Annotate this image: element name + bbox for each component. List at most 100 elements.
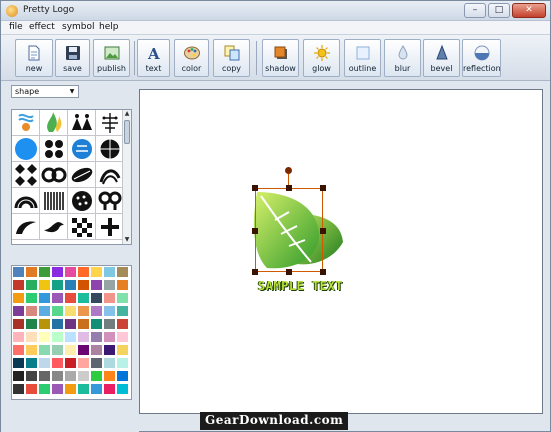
color-swatch[interactable] xyxy=(77,305,90,317)
color-swatch[interactable] xyxy=(116,318,129,330)
resize-handle-tl[interactable] xyxy=(252,185,258,191)
color-swatch[interactable] xyxy=(25,370,38,382)
color-swatch[interactable] xyxy=(25,383,38,395)
color-swatch[interactable] xyxy=(116,305,129,317)
color-swatch[interactable] xyxy=(51,279,64,291)
shape-item[interactable] xyxy=(40,214,68,240)
scroll-down-arrow-icon[interactable]: ▼ xyxy=(123,236,131,244)
color-swatch[interactable] xyxy=(51,305,64,317)
save-button[interactable]: save xyxy=(55,39,90,77)
color-swatch[interactable] xyxy=(90,357,103,369)
shape-item[interactable] xyxy=(12,136,40,162)
color-swatch[interactable] xyxy=(51,266,64,278)
shape-item[interactable] xyxy=(12,162,40,188)
shape-item[interactable] xyxy=(12,188,40,214)
shape-item[interactable] xyxy=(96,214,124,240)
color-swatch[interactable] xyxy=(64,331,77,343)
color-swatch[interactable] xyxy=(64,279,77,291)
color-swatch[interactable] xyxy=(90,292,103,304)
color-swatch[interactable] xyxy=(77,292,90,304)
color-swatch[interactable] xyxy=(12,331,25,343)
shape-item[interactable] xyxy=(68,136,96,162)
color-swatch[interactable] xyxy=(103,266,116,278)
color-swatch[interactable] xyxy=(116,292,129,304)
shape-item[interactable] xyxy=(40,110,68,136)
shape-gallery-scrollbar[interactable]: ▲ ▼ xyxy=(122,110,131,244)
menu-effect[interactable]: effect xyxy=(29,22,55,32)
shape-item[interactable] xyxy=(40,162,68,188)
color-swatch[interactable] xyxy=(25,305,38,317)
color-swatch[interactable] xyxy=(38,305,51,317)
color-swatch[interactable] xyxy=(12,383,25,395)
shape-item[interactable] xyxy=(12,214,40,240)
color-swatch[interactable] xyxy=(116,344,129,356)
shape-item[interactable] xyxy=(96,188,124,214)
color-swatch[interactable] xyxy=(103,357,116,369)
shape-item[interactable] xyxy=(68,188,96,214)
color-button[interactable]: color xyxy=(174,39,209,77)
color-swatch[interactable] xyxy=(12,266,25,278)
color-swatch[interactable] xyxy=(38,318,51,330)
color-swatch[interactable] xyxy=(90,370,103,382)
publish-button[interactable]: publish xyxy=(93,39,130,77)
color-swatch[interactable] xyxy=(77,266,90,278)
color-swatch[interactable] xyxy=(103,292,116,304)
shape-category-select[interactable]: shape ▼ xyxy=(11,85,79,98)
shape-item[interactable] xyxy=(40,188,68,214)
color-swatch[interactable] xyxy=(38,266,51,278)
color-swatch[interactable] xyxy=(64,357,77,369)
color-swatch[interactable] xyxy=(25,279,38,291)
shape-item[interactable] xyxy=(68,162,96,188)
resize-handle-br[interactable] xyxy=(320,269,326,275)
shape-item[interactable] xyxy=(12,110,40,136)
color-swatch[interactable] xyxy=(25,344,38,356)
color-swatch[interactable] xyxy=(64,370,77,382)
color-swatch[interactable] xyxy=(12,318,25,330)
color-swatch[interactable] xyxy=(90,279,103,291)
color-swatch[interactable] xyxy=(12,279,25,291)
color-swatch[interactable] xyxy=(103,370,116,382)
color-swatch[interactable] xyxy=(38,279,51,291)
menu-symbol[interactable]: symbol xyxy=(62,22,95,32)
color-swatch[interactable] xyxy=(116,383,129,395)
shape-item[interactable] xyxy=(96,110,124,136)
blur-button[interactable]: blur xyxy=(384,39,421,77)
shadow-button[interactable]: shadow xyxy=(262,39,299,77)
color-swatch[interactable] xyxy=(77,383,90,395)
color-swatch[interactable] xyxy=(38,383,51,395)
shape-item[interactable] xyxy=(68,110,96,136)
color-swatch[interactable] xyxy=(77,318,90,330)
color-swatch[interactable] xyxy=(38,344,51,356)
color-swatch[interactable] xyxy=(12,305,25,317)
shape-item[interactable] xyxy=(96,162,124,188)
color-swatch[interactable] xyxy=(64,266,77,278)
color-swatch[interactable] xyxy=(77,279,90,291)
color-swatch[interactable] xyxy=(77,370,90,382)
color-swatch[interactable] xyxy=(25,357,38,369)
color-swatch[interactable] xyxy=(51,357,64,369)
color-swatch[interactable] xyxy=(25,266,38,278)
color-swatch[interactable] xyxy=(25,318,38,330)
reflection-button[interactable]: reflection xyxy=(462,39,501,77)
color-swatch[interactable] xyxy=(38,331,51,343)
resize-handle-tr[interactable] xyxy=(320,185,326,191)
menu-help[interactable]: help xyxy=(99,22,118,32)
new-button[interactable]: new xyxy=(15,39,53,77)
menu-file[interactable]: file xyxy=(9,22,23,32)
color-swatch[interactable] xyxy=(25,331,38,343)
color-swatch[interactable] xyxy=(38,292,51,304)
color-swatch[interactable] xyxy=(64,318,77,330)
color-swatch[interactable] xyxy=(103,279,116,291)
color-swatch[interactable] xyxy=(77,357,90,369)
color-swatch[interactable] xyxy=(12,344,25,356)
color-swatch[interactable] xyxy=(103,305,116,317)
color-swatch[interactable] xyxy=(38,357,51,369)
color-swatch[interactable] xyxy=(51,383,64,395)
bevel-button[interactable]: bevel xyxy=(423,39,460,77)
scroll-up-arrow-icon[interactable]: ▲ xyxy=(123,110,131,118)
text-button[interactable]: A text xyxy=(137,39,170,77)
color-swatch[interactable] xyxy=(12,292,25,304)
color-swatch[interactable] xyxy=(116,279,129,291)
color-swatch[interactable] xyxy=(64,344,77,356)
resize-handle-b[interactable] xyxy=(286,269,292,275)
